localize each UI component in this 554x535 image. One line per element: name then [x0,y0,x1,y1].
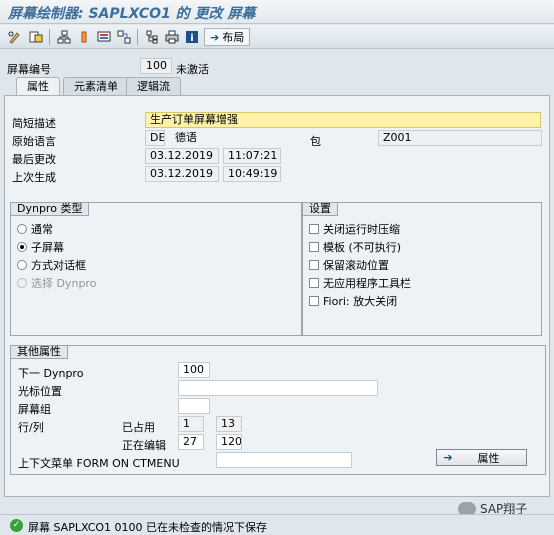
status-bar: ✓ 屏幕 SAPLXCO1 0100 已在未检查的情况下保存 [0,514,554,535]
original-language-code: DE [145,130,165,146]
checkbox[interactable] [309,260,319,270]
settings-title: 设置 [302,202,338,216]
properties-button[interactable]: ➔ 属性 [436,449,527,466]
tree-icon[interactable] [143,28,161,46]
last-changed-date: 03.12.2019 [145,148,219,164]
radio-subscreen[interactable]: 子屏幕 [17,239,64,255]
last-generated-label: 上次生成 [12,171,56,184]
row-column-label: 行/列 [18,421,44,434]
cursor-position-label: 光标位置 [18,385,62,398]
used-rows-field: 1 [178,416,204,432]
tab-attributes[interactable]: 属性 [16,77,60,96]
properties-button-label: 属性 [477,451,500,465]
title-bar: 屏幕绘制器: SAPLXCO1 的 更改 屏幕 [0,0,554,24]
arrow-right-icon: ➔ [443,451,453,464]
screen-group-label: 屏幕组 [18,403,51,416]
screen-status-text: 未激活 [176,63,209,76]
checkbox-fiori-zoom[interactable]: Fiori: 放大关闭 [309,293,397,309]
object-icon[interactable] [27,28,45,46]
context-menu-input[interactable] [216,452,352,468]
tab-element-list[interactable]: 元素清单 [63,77,129,95]
checkbox-hold-compression[interactable]: 关闭运行时压缩 [309,221,400,237]
radio-selection-screen: 选择 Dynpro [17,275,96,291]
screen-icon[interactable] [95,28,113,46]
editing-columns-input[interactable]: 120 [216,434,242,450]
network-icon[interactable] [115,28,133,46]
original-language-name: 德语 [175,131,197,144]
screen-number-label: 屏幕编号 [7,63,51,76]
used-label: 已占用 [122,421,155,434]
checkbox[interactable] [309,278,319,288]
checkbox-hold-scroll[interactable]: 保留滚动位置 [309,257,389,273]
radio-button-disabled [17,278,27,288]
used-columns-field: 13 [216,416,242,432]
success-check-icon: ✓ [10,519,23,532]
info-icon[interactable]: i [183,28,201,46]
context-menu-label: 上下文菜单 FORM ON CTMENU [18,457,180,470]
print-icon[interactable] [163,28,181,46]
arrow-right-icon: ➔ [210,30,220,44]
hierarchy-icon[interactable] [55,28,73,46]
last-changed-time: 11:07:21 [223,148,281,164]
radio-button[interactable] [17,224,27,234]
svg-text:i: i [190,33,193,44]
tab-flow-logic[interactable]: 逻辑流 [126,77,181,95]
radio-button-selected[interactable] [17,242,27,252]
next-dynpro-label: 下一 Dynpro [18,367,84,380]
checkbox[interactable] [309,224,319,234]
window-title: 屏幕绘制器: SAPLXCO1 的 更改 屏幕 [8,6,256,22]
light-icon[interactable] [75,28,93,46]
checkbox-no-toolbar[interactable]: 无应用程序工具栏 [309,275,411,291]
layout-button-label: 布局 [222,31,245,44]
short-description-input[interactable]: 生产订单屏幕增强 [145,112,541,128]
checkbox-template[interactable]: 模板 (不可执行) [309,239,401,255]
last-generated-time: 10:49:19 [223,166,281,182]
other-attributes-title: 其他属性 [10,345,68,359]
toolbar-separator [137,29,138,45]
radio-normal[interactable]: 通常 [17,221,53,237]
pencil-glasses-icon[interactable] [6,28,24,46]
next-dynpro-input[interactable]: 100 [178,362,210,378]
radio-button[interactable] [17,260,27,270]
dynpro-type-title: Dynpro 类型 [10,202,90,216]
checkbox[interactable] [309,296,319,306]
last-generated-date: 03.12.2019 [145,166,219,182]
checkbox[interactable] [309,242,319,252]
screen-group-input[interactable] [178,398,210,414]
last-changed-label: 最后更改 [12,153,56,166]
cursor-position-input[interactable] [178,380,378,396]
editing-label: 正在编辑 [122,439,166,452]
application-toolbar: i ➔ 布局 [0,25,554,49]
short-description-label: 简短描述 [12,117,56,130]
toolbar-separator [49,29,50,45]
package-label: 包 [310,135,321,148]
package-field: Z001 [378,130,542,146]
editing-rows-input[interactable]: 27 [178,434,204,450]
status-message: 屏幕 SAPLXCO1 0100 已在未检查的情况下保存 [28,521,268,534]
screen-number-field: 100 [140,58,172,74]
radio-modal-dialog[interactable]: 方式对话框 [17,257,86,273]
original-language-label: 原始语言 [12,135,56,148]
layout-button[interactable]: ➔ 布局 [204,28,251,46]
